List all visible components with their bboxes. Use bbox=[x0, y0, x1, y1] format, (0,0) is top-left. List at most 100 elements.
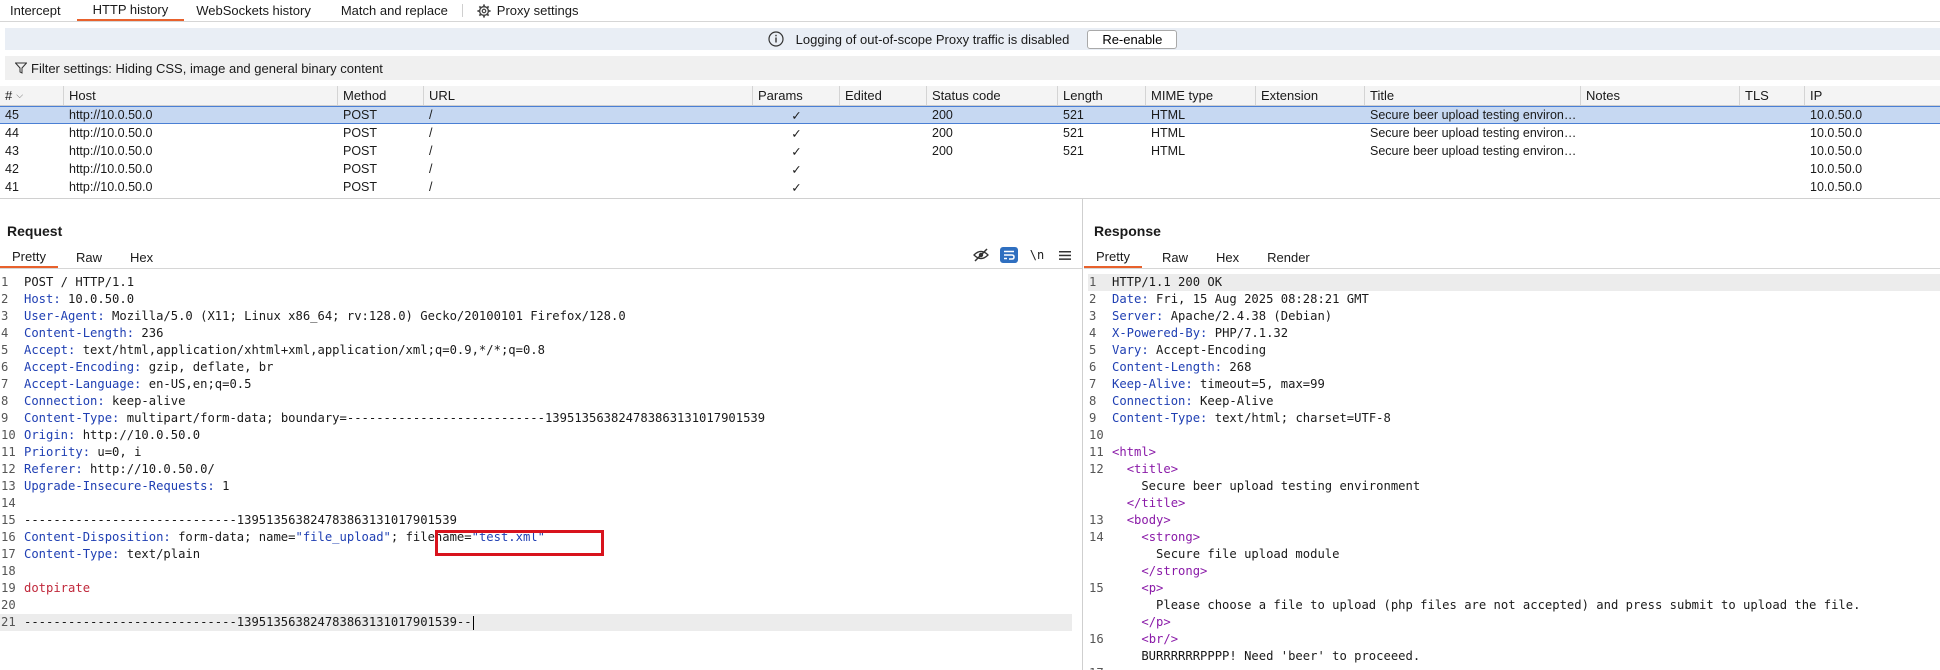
col-host[interactable]: Host bbox=[64, 86, 338, 105]
newline-toggle-icon[interactable]: \n bbox=[1028, 247, 1046, 263]
split-divider[interactable] bbox=[1082, 199, 1083, 670]
table-row[interactable]: 45 http://10.0.50.0 POST / ✓ 200 521 HTML Secure… bbox=[0, 106, 1940, 124]
response-title: Response bbox=[1094, 223, 1161, 239]
col-edited[interactable]: Edited bbox=[840, 86, 927, 105]
line-number: 5 bbox=[1, 343, 9, 357]
tab-response-hex[interactable]: Hex bbox=[1204, 247, 1251, 268]
code-token: Content-Type: bbox=[1112, 411, 1208, 425]
col-title[interactable]: Title bbox=[1365, 86, 1581, 105]
line-number: 2 bbox=[1, 292, 9, 306]
row-mime-type: HTML bbox=[1151, 108, 1186, 122]
col-ip[interactable]: IP bbox=[1805, 86, 1940, 105]
line-number: 6 bbox=[1089, 360, 1097, 374]
proxy-tabs: Intercept HTTP history WebSockets histor… bbox=[0, 0, 1940, 22]
chevron-down-icon: ⌵ bbox=[16, 90, 24, 100]
col-length[interactable]: Length bbox=[1058, 86, 1146, 105]
code-line: 4 Content-Length: 236 bbox=[0, 325, 1082, 342]
info-message: Logging of out-of-scope Proxy traffic is… bbox=[795, 31, 1070, 47]
line-number: 18 bbox=[1, 564, 16, 578]
line-number: 8 bbox=[1, 394, 9, 408]
row-edited bbox=[840, 142, 927, 160]
code-text: Please choose a file to upload (php file… bbox=[1112, 597, 1860, 614]
table-row[interactable]: 44 http://10.0.50.0 POST / ✓ 200 521 HTML Secure… bbox=[0, 124, 1940, 142]
line-number: 14 bbox=[1089, 530, 1104, 544]
code-token: en-US,en;q=0.5 bbox=[141, 377, 252, 391]
code-line: BURRRRRRPPPP! Need 'beer' to proceeed. bbox=[1088, 648, 1940, 665]
col-status-code[interactable]: Status code bbox=[927, 86, 1058, 105]
table-row[interactable]: 43 http://10.0.50.0 POST / ✓ 200 521 HTML Secure… bbox=[0, 142, 1940, 160]
code-text: Host: 10.0.50.0 bbox=[24, 291, 134, 308]
row-params: ✓ bbox=[791, 108, 802, 123]
row-params: ✓ bbox=[791, 162, 802, 177]
tab-response-raw[interactable]: Raw bbox=[1150, 247, 1200, 268]
code-line: </title> bbox=[1088, 495, 1940, 512]
row-length: 521 bbox=[1063, 126, 1084, 140]
code-token: Apache/2.4.38 (Debian) bbox=[1163, 309, 1333, 323]
tab-intercept[interactable]: Intercept bbox=[0, 0, 71, 21]
code-text: <br/> bbox=[1112, 631, 1178, 648]
hide-eye-icon[interactable] bbox=[972, 247, 990, 263]
col-number[interactable]: # ⌵ bbox=[0, 86, 64, 105]
row-title bbox=[1365, 160, 1581, 178]
code-line: 14 bbox=[0, 495, 1082, 512]
table-row[interactable]: 42 http://10.0.50.0 POST / ✓ 10.0.50.0 bbox=[0, 160, 1940, 178]
code-token: <body> bbox=[1126, 513, 1171, 527]
response-editor[interactable]: 1 HTTP/1.1 200 OK 2 Date: Fri, 15 Aug 2025 … bbox=[1088, 272, 1940, 670]
code-token: POST / HTTP/1.1 bbox=[24, 275, 135, 289]
code-token: Upgrade-Insecure-Requests: bbox=[24, 479, 215, 493]
code-text: Origin: http://10.0.50.0 bbox=[24, 427, 200, 444]
row-notes bbox=[1581, 142, 1740, 160]
tab-websockets-history[interactable]: WebSockets history bbox=[186, 0, 321, 21]
code-line: 6 Accept-Encoding: gzip, deflate, br bbox=[0, 359, 1082, 376]
col-method[interactable]: Method bbox=[338, 86, 424, 105]
tab-response-pretty[interactable]: Pretty bbox=[1084, 247, 1142, 268]
wrap-lines-icon[interactable] bbox=[1000, 247, 1018, 263]
code-line: 10 Origin: http://10.0.50.0 bbox=[0, 427, 1082, 444]
code-text: Date: Fri, 15 Aug 2025 08:28:21 GMT bbox=[1112, 291, 1369, 308]
code-token: text/plain bbox=[119, 547, 201, 561]
re-enable-button[interactable]: Re-enable bbox=[1087, 29, 1178, 49]
line-number: 12 bbox=[1089, 462, 1104, 476]
col-extension[interactable]: Extension bbox=[1256, 86, 1365, 105]
table-row[interactable]: 41 http://10.0.50.0 POST / ✓ 10.0.50.0 bbox=[0, 178, 1940, 196]
col-mime-type[interactable]: MIME type bbox=[1146, 86, 1256, 105]
code-line: 1 POST / HTTP/1.1 bbox=[0, 274, 1082, 291]
menu-icon[interactable] bbox=[1056, 247, 1074, 263]
line-number: 2 bbox=[1089, 292, 1097, 306]
filter-settings-bar[interactable]: Filter settings: Hiding CSS, image and g… bbox=[5, 56, 1940, 80]
table-body: 45 http://10.0.50.0 POST / ✓ 200 521 HTML Secure… bbox=[0, 106, 1940, 196]
tab-match-and-replace[interactable]: Match and replace bbox=[331, 0, 458, 21]
code-line: 15 <p> bbox=[1088, 580, 1940, 597]
col-tls[interactable]: TLS bbox=[1740, 86, 1805, 105]
code-text: HTTP/1.1 200 OK bbox=[1112, 274, 1222, 291]
line-number: 15 bbox=[1089, 581, 1104, 595]
code-token: Content-Type: bbox=[24, 411, 120, 425]
code-text: User-Agent: Mozilla/5.0 (X11; Linux x86_… bbox=[24, 308, 626, 325]
row-length: 521 bbox=[1063, 144, 1084, 158]
row-notes bbox=[1581, 178, 1740, 196]
line-number: 9 bbox=[1089, 411, 1097, 425]
tab-http-history[interactable]: HTTP history bbox=[76, 0, 185, 21]
code-token: -----------------------------13951356382… bbox=[24, 615, 472, 629]
tab-request-hex[interactable]: Hex bbox=[118, 247, 165, 268]
col-notes[interactable]: Notes bbox=[1581, 86, 1740, 105]
tab-proxy-settings[interactable]: Proxy settings bbox=[467, 0, 589, 21]
request-editor[interactable]: 1 POST / HTTP/1.1 2 Host: 10.0.50.0 3 User-Ag… bbox=[0, 272, 1082, 670]
tab-response-render[interactable]: Render bbox=[1255, 247, 1322, 268]
row-url: / bbox=[429, 126, 433, 140]
row-tls bbox=[1740, 106, 1805, 124]
code-line: 8 Connection: keep-alive bbox=[0, 393, 1082, 410]
col-url[interactable]: URL bbox=[424, 86, 753, 105]
col-params[interactable]: Params bbox=[753, 86, 840, 105]
code-token: </title> bbox=[1126, 496, 1186, 510]
row-notes bbox=[1581, 160, 1740, 178]
row-extension bbox=[1256, 124, 1365, 142]
code-text: Upgrade-Insecure-Requests: 1 bbox=[24, 478, 229, 495]
tab-request-raw[interactable]: Raw bbox=[64, 247, 114, 268]
tab-request-pretty[interactable]: Pretty bbox=[0, 247, 58, 268]
row-method: POST bbox=[343, 144, 378, 158]
code-token: Fri, 15 Aug 2025 08:28:21 GMT bbox=[1148, 292, 1369, 306]
line-number: 13 bbox=[1089, 513, 1104, 527]
row-length: 521 bbox=[1063, 108, 1084, 122]
